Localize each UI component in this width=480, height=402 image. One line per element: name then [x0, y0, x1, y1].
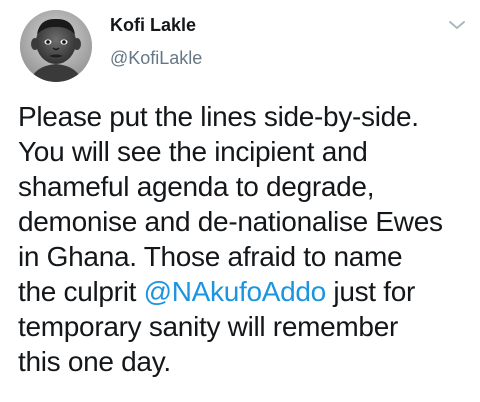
avatar[interactable] — [20, 10, 92, 82]
tweet-text-segment: just for — [325, 276, 416, 307]
child-portrait-avatar-icon — [20, 10, 92, 82]
tweet-text: Please put the lines side-by-side. You w… — [18, 99, 476, 379]
tweet-text-segment: the culprit — [18, 276, 144, 307]
chevron-down-icon — [449, 21, 465, 29]
tweet-line: temporary sanity will remember — [18, 311, 398, 342]
mention-link[interactable]: @NAkufoAddo — [144, 276, 327, 307]
author-name[interactable]: Kofi Lakle — [110, 15, 196, 36]
author-handle[interactable]: @KofiLakle — [110, 48, 202, 69]
tweet-card: Kofi Lakle @KofiLakle Please put the lin… — [0, 0, 480, 402]
tweet-line: demonise and de-nationalise Ewes — [18, 206, 443, 237]
tweet-menu-button[interactable] — [447, 17, 467, 33]
tweet-line: in Ghana. Those afraid to name — [18, 241, 403, 272]
tweet-line: shameful agenda to degrade, — [18, 171, 375, 202]
tweet-line: this one day. — [18, 346, 171, 377]
tweet-line-with-mention: the culprit @NAkufoAddo just for — [18, 274, 476, 309]
tweet-line: Please put the lines side-by-side. — [18, 101, 419, 132]
tweet-line: You will see the incipient and — [18, 136, 368, 167]
